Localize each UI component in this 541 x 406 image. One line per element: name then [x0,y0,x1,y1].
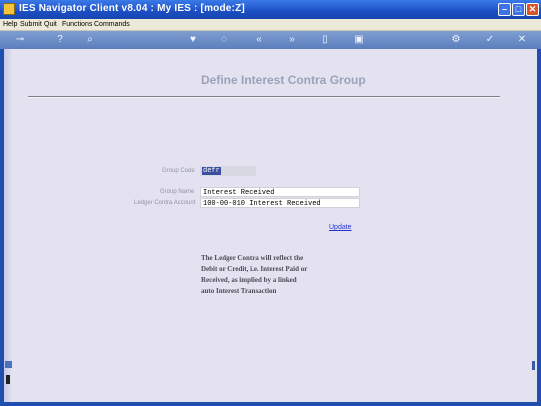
toolbar: ⊸ ? ⌕ ♥ ◌ « » ▯ ▣ ⚙ ✓ ✕ [0,31,541,49]
settings-icon[interactable]: ⚙ [448,33,464,47]
group-code-field[interactable]: defr [200,166,256,176]
page-title: Define Interest Contra Group [201,73,366,87]
close-window-button[interactable]: ✕ [526,3,539,16]
print-icon[interactable]: ▣ [351,33,367,47]
heart-icon[interactable]: ♥ [185,33,201,47]
window-title: IES Navigator Client v8.04 : My IES : [m… [19,3,245,14]
menu-quit[interactable]: Quit [44,19,57,30]
page-icon[interactable]: ▯ [317,33,333,47]
close-icon[interactable]: ✕ [514,33,530,47]
update-link[interactable]: Update [329,224,352,231]
menu-help[interactable]: Help [3,19,17,30]
app-window: IES Navigator Client v8.04 : My IES : [m… [0,0,541,406]
content-area [4,49,537,402]
menu-functions[interactable]: Functions [62,19,92,30]
back-icon[interactable]: « [251,33,267,47]
group-code-label: Group Code [162,168,195,174]
minimize-button[interactable]: – [498,3,511,16]
help-icon[interactable]: ? [52,33,68,47]
refresh-icon[interactable]: ◌ [216,33,232,47]
menu-submit[interactable]: Submit [20,19,42,30]
note-line: Received, as implied by a linked [201,276,297,284]
ledger-contra-label: Ledger Contra Account [134,200,196,206]
note-line: auto Interest Transaction [201,287,277,295]
note-line: Debit or Credit, i.e. Interest Paid or [201,265,308,273]
forward-icon[interactable]: » [284,33,300,47]
key-icon[interactable]: ⊸ [8,33,32,47]
title-divider [28,96,500,98]
side-panel-icon[interactable] [5,361,12,368]
maximize-button[interactable]: □ [512,3,525,16]
scroll-indicator[interactable] [532,361,535,370]
group-name-field[interactable]: Interest Received [200,187,360,197]
app-icon [3,3,15,15]
check-icon[interactable]: ✓ [482,33,498,47]
menu-bar: Help Submit Quit Functions Commands [0,19,541,31]
note-line: The Ledger Contra will reflect the [201,254,304,262]
left-side-panel [4,49,11,402]
group-name-label: Group Name [160,189,195,195]
search-icon[interactable]: ⌕ [82,33,98,47]
ledger-contra-field[interactable]: 100-00-010 Interest Received [200,198,360,208]
status-bar [0,402,541,406]
group-code-value: defr [202,167,221,175]
info-note: The Ledger Contra will reflect the Debit… [201,253,341,297]
menu-commands[interactable]: Commands [94,19,130,30]
side-panel-tool-icon[interactable] [6,375,10,384]
title-bar: IES Navigator Client v8.04 : My IES : [m… [0,0,541,19]
